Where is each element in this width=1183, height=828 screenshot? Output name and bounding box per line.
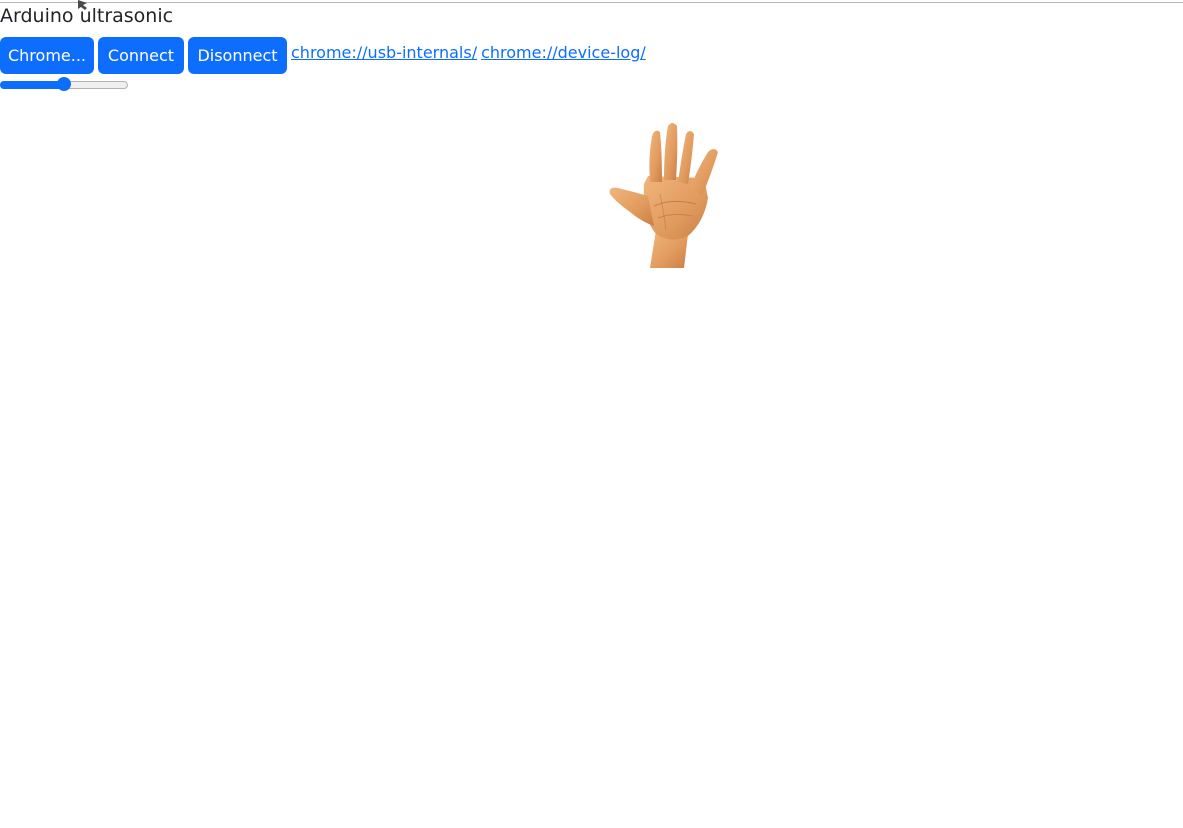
page-title: Arduino ultrasonic [0, 5, 174, 27]
chrome-button[interactable]: Chrome... [0, 37, 94, 74]
device-log-link[interactable]: chrome://device-log/ [481, 37, 646, 69]
raised-hand-image [609, 123, 718, 268]
distance-slider[interactable] [0, 77, 128, 91]
connect-button[interactable]: Connect [98, 37, 184, 74]
toolbar: Chrome... Connect Disonnect chrome://usb… [0, 37, 650, 74]
top-divider [0, 2, 1183, 3]
usb-internals-link[interactable]: chrome://usb-internals/ [291, 37, 477, 69]
disconnect-button[interactable]: Disonnect [188, 37, 287, 74]
slider-fill [0, 81, 64, 89]
page: Arduino ultrasonic Chrome... Connect Dis… [0, 0, 1183, 828]
slider-thumb[interactable] [57, 77, 71, 91]
